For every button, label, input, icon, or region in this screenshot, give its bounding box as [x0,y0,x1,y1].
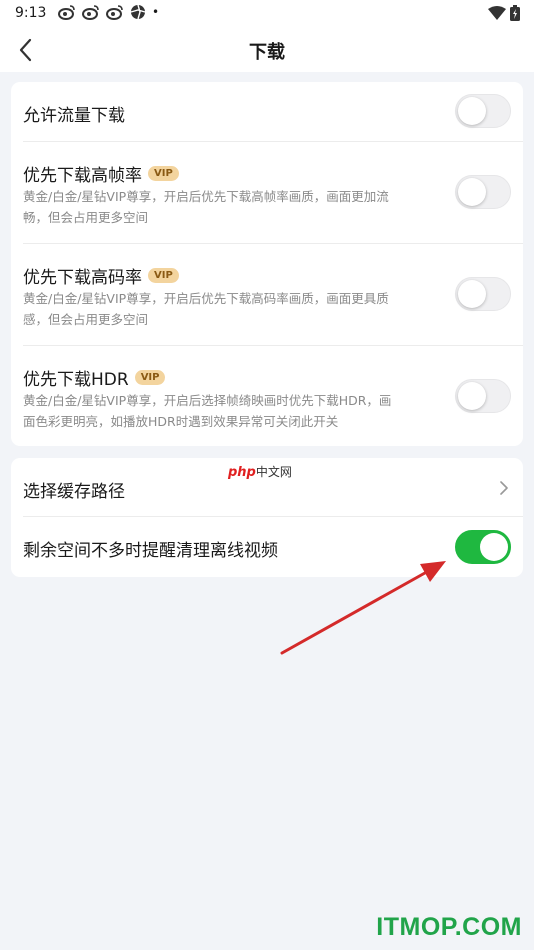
setting-label: 优先下载高码率 [23,268,142,288]
chevron-right-icon [500,481,508,495]
description-line: 畅，但会占用更多空间 [23,210,149,225]
high-bitrate-toggle[interactable] [455,277,511,311]
wifi-icon [488,6,506,20]
annotation-arrow [280,561,446,655]
vip-badge: VIP [148,268,179,283]
description-line: 感，但会占用更多空间 [23,312,149,327]
status-dot: • [152,5,160,19]
php-watermark-text: 中文网 [255,465,292,479]
toggle-knob [458,178,486,206]
description-line: 黄金/白金/星钻VIP尊享，开启后优先下载高帧率画质，画面更加流 [23,189,389,204]
description-line: 黄金/白金/星钻VIP尊享，开启后选择帧绮映画时优先下载HDR，画 [23,393,392,408]
vip-badge: VIP [134,370,166,385]
setting-description: 黄金/白金/星钻VIP尊享，开启后优先下载高码率画质，画面更具质 感，但会占用更… [23,288,443,330]
setting-label: 剩余空间不多时提醒清理离线视频 [23,541,278,561]
page-title: 下载 [249,42,285,63]
aperture-icon [130,4,146,20]
setting-title: 优先下载高码率 VIP [23,263,179,288]
status-time: 9:13 [15,5,47,21]
nav-header: 下载 [0,28,534,72]
toggle-knob [458,382,486,410]
allow-data-download-toggle[interactable] [455,94,511,128]
low-space-reminder-toggle[interactable] [455,530,511,564]
toggle-knob [480,533,508,561]
php-watermark-logo: php [228,465,256,480]
status-bar: 9:13 • [0,0,534,28]
setting-label: 允许流量下载 [23,106,125,126]
notification-icons: • [58,4,159,20]
php-watermark: php中文网 [228,463,292,480]
setting-label: 优先下载HDR [23,370,129,390]
toggle-knob [458,97,486,125]
setting-description: 黄金/白金/星钻VIP尊享，开启后优先下载高帧率画质，画面更加流 畅，但会占用更… [23,186,443,228]
weibo-icon [82,5,99,20]
toggle-knob [458,280,486,308]
description-line: 黄金/白金/星钻VIP尊享，开启后优先下载高码率画质，画面更具质 [23,291,389,306]
setting-label: 优先下载高帧率 [23,166,142,186]
itmop-watermark: ITMOP.COM [376,913,522,941]
setting-description: 黄金/白金/星钻VIP尊享，开启后选择帧绮映画时优先下载HDR，画 面色彩更明亮… [23,390,443,432]
status-right [488,5,520,21]
download-settings-card: 允许流量下载 优先下载高帧率 VIP 黄金/白金/星钻VIP尊享，开启后优先下载… [11,82,523,446]
setting-title: 优先下载HDR VIP [23,365,166,390]
setting-row-high-frame-rate: 优先下载高帧率 VIP 黄金/白金/星钻VIP尊享，开启后优先下载高帧率画质，画… [11,142,523,243]
vip-badge: VIP [148,166,179,181]
setting-row-high-bitrate: 优先下载高码率 VIP 黄金/白金/星钻VIP尊享，开启后优先下载高码率画质，画… [11,244,523,345]
setting-label: 选择缓存路径 [23,482,125,502]
setting-row-hdr: 优先下载HDR VIP 黄金/白金/星钻VIP尊享，开启后选择帧绮映画时优先下载… [11,346,523,446]
setting-title: 优先下载高帧率 VIP [23,161,179,186]
battery-icon [510,5,520,21]
hdr-toggle[interactable] [455,379,511,413]
weibo-icon [106,5,123,20]
description-line: 面色彩更明亮，如播放HDR时遇到效果异常可关闭此开关 [23,414,339,429]
setting-row-allow-data-download: 允许流量下载 [11,82,523,141]
high-frame-rate-toggle[interactable] [455,175,511,209]
weibo-icon [58,5,75,20]
